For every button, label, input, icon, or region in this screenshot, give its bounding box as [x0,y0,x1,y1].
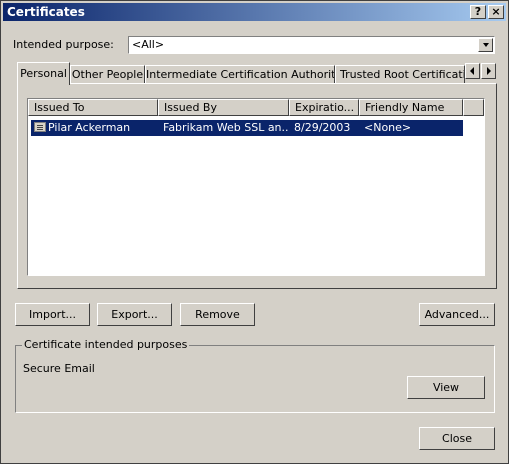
view-button[interactable]: View [407,376,485,399]
column-header-friendly-name[interactable]: Friendly Name [359,99,463,116]
arrow-left-icon [470,67,474,75]
close-button[interactable]: Close [419,427,495,450]
intended-purpose-value: <All> [132,38,165,51]
tab-personal[interactable]: Personal [17,62,70,85]
certificate-list[interactable]: Issued To Issued By Expiratio... Friendl… [27,98,485,276]
column-header-issued-by[interactable]: Issued By [158,99,289,116]
close-window-button[interactable]: × [488,5,504,19]
intended-purpose-label: Intended purpose: [13,38,114,51]
tab-scroll-left-button[interactable] [465,63,480,79]
remove-button[interactable]: Remove [180,303,255,326]
column-header-expiration[interactable]: Expiratio... [289,99,359,116]
tab-intermediate-ca[interactable]: Intermediate Certification Authorities [145,65,335,84]
column-header-filler [463,99,484,116]
export-button[interactable]: Export... [97,303,172,326]
cell-friendly-name: <None> [364,121,412,134]
certificates-dialog: Certificates ? × Intended purpose: <All>… [0,0,509,464]
help-button[interactable]: ? [470,5,486,19]
table-row[interactable]: Pilar Ackerman Fabrikam Web SSL an... 8/… [31,120,463,136]
dropdown-arrow-button[interactable] [478,38,493,52]
intended-purposes-group-label: Certificate intended purposes [22,338,190,351]
title-bar: Certificates ? × [3,3,506,21]
cell-expiration: 8/29/2003 [294,121,351,134]
tab-trusted-root[interactable]: Trusted Root Certification [335,65,465,84]
cell-issued-by: Fabrikam Web SSL an... [163,121,288,134]
tab-scroll-right-button[interactable] [481,63,496,79]
tab-other-people[interactable]: Other People [70,65,145,84]
certificate-icon [34,122,46,132]
import-button[interactable]: Import... [15,303,90,326]
arrow-right-icon [487,67,491,75]
intended-purpose-select[interactable]: <All> [128,36,495,54]
cell-issued-to: Pilar Ackerman [48,121,131,134]
column-header-issued-to[interactable]: Issued To [28,99,158,116]
chevron-down-icon [483,43,489,47]
window-title: Certificates [7,5,85,19]
advanced-button[interactable]: Advanced... [419,303,495,326]
intended-purposes-value: Secure Email [23,362,95,375]
